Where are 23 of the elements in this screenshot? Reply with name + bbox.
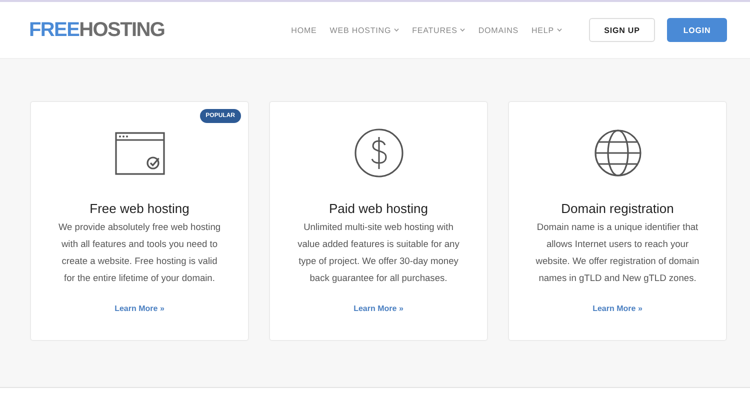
browser-window-icon [114, 132, 164, 174]
learn-more-link[interactable]: Learn More » [114, 304, 164, 313]
card-title: Domain registration [561, 201, 674, 216]
card-description: Unlimited multi-site web hosting with value added features is suitable for any type of project. We offer 30-day money back guarantee for all purchases. [296, 221, 460, 285]
caret-icon [557, 28, 562, 32]
signup-button[interactable]: SIGN UP [589, 18, 655, 42]
learn-more-link[interactable]: Learn More » [354, 304, 404, 313]
login-button[interactable]: LOGIN [667, 18, 727, 42]
card-description: Domain name is a unique identifier that allows Internet users to reach your website. We offer registration of domain names in gTLD and New gTLD zones. [535, 221, 700, 285]
nav-link[interactable]: DOMAINS [478, 26, 518, 34]
learn-more-link[interactable]: Learn More » [592, 304, 642, 313]
globe-icon [594, 129, 642, 177]
nav-link[interactable]: HELP [532, 26, 562, 34]
nav-link[interactable]: FEATURES [412, 26, 466, 34]
nav-link[interactable]: HOME [291, 26, 317, 34]
card-description: We provide absolutely free web hosting with all features and tools you need to create a website. Free hosting is valid for the entire lifetime of your domain. [57, 221, 222, 285]
caret-icon [460, 28, 466, 32]
logo[interactable]: FREEHOSTING [29, 18, 165, 42]
card-title: Free web hosting [90, 201, 190, 216]
dollar-icon [354, 128, 404, 178]
card-title: Paid web hosting [328, 201, 428, 216]
caret-icon [394, 28, 400, 32]
nav-link[interactable]: WEB HOSTING [330, 26, 400, 34]
